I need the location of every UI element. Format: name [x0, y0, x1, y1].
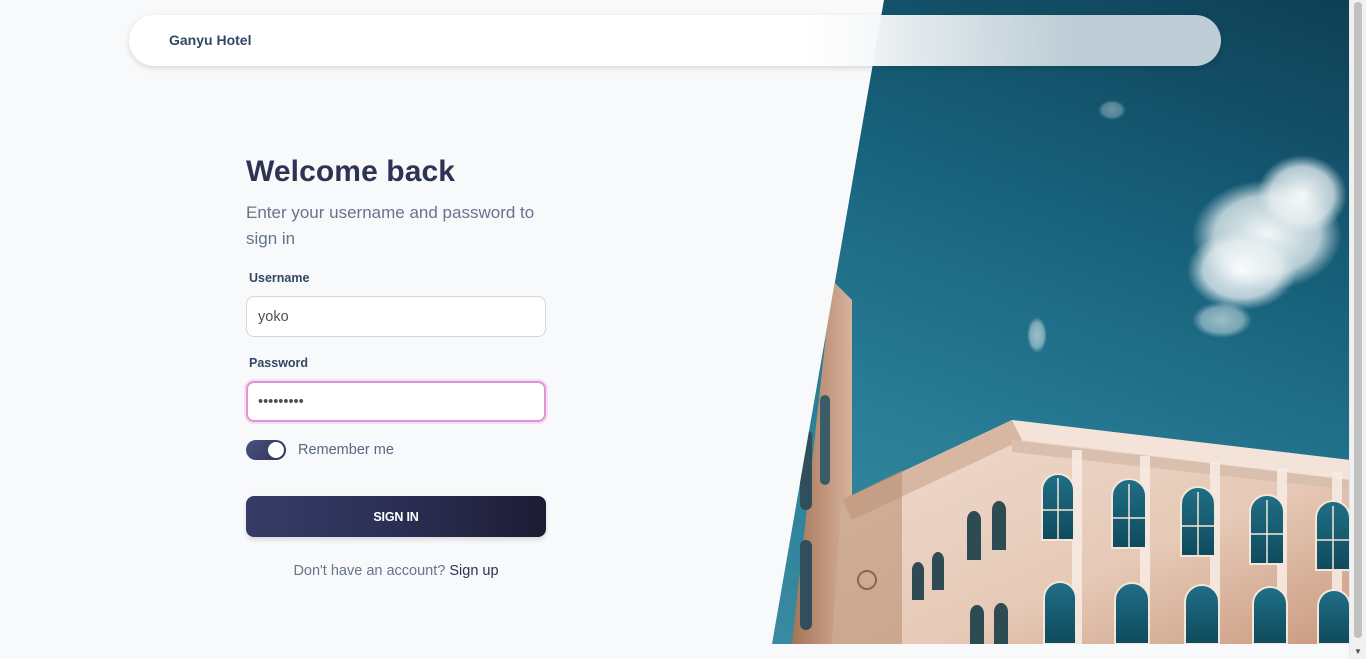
login-form: Welcome back Enter your username and pas… — [246, 150, 546, 579]
sign-up-link[interactable]: Sign up — [449, 563, 498, 579]
password-label: Password — [249, 356, 309, 370]
remember-me-row: Remember me — [246, 440, 546, 460]
top-navbar: Ganyu Hotel — [129, 15, 1221, 66]
page-title: Welcome back — [246, 155, 456, 188]
vertical-scrollbar[interactable]: ▼ — [1349, 0, 1366, 659]
password-input[interactable] — [246, 381, 546, 422]
brand-link[interactable]: Ganyu Hotel — [169, 15, 251, 66]
page-subtitle: Enter your username and password to sign… — [246, 203, 535, 248]
signup-row: Don't have an account? Sign up — [246, 563, 546, 579]
hotel-hero-image — [772, 0, 1350, 644]
scroll-down-arrow-icon[interactable]: ▼ — [1350, 645, 1366, 659]
signup-prompt: Don't have an account? — [293, 563, 446, 579]
remember-me-toggle[interactable] — [246, 440, 286, 460]
username-input[interactable] — [246, 296, 546, 337]
login-page: Ganyu Hotel Welcome back Enter your user… — [0, 0, 1366, 659]
remember-me-label[interactable]: Remember me — [298, 442, 394, 458]
username-label: Username — [249, 271, 310, 285]
scrollbar-thumb[interactable] — [1354, 2, 1362, 638]
toggle-knob — [268, 442, 284, 458]
sign-in-button[interactable]: SIGN IN — [246, 496, 546, 537]
